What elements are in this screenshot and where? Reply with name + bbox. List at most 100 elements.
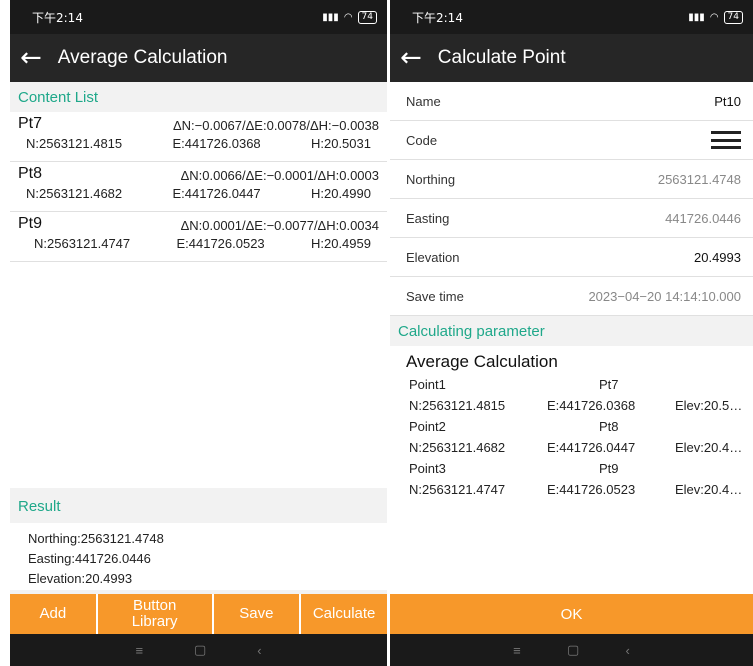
name-field: Name Pt10 [390, 82, 753, 121]
param-northing: N:2563121.4747 [409, 482, 506, 497]
code-list-icon[interactable] [711, 131, 741, 149]
point-name: Pt7 [18, 115, 43, 132]
result-northing: Northing:2563121.4748 [28, 531, 164, 546]
param-easting: E:441726.0368 [547, 398, 636, 413]
list-item-pt9[interactable]: Pt9 ΔN:0.0001/ΔE:−0.0077/ΔH:0.0034 N:256… [10, 212, 387, 262]
home-icon[interactable]: ▢ [567, 642, 579, 658]
wifi-icon: ◠ [709, 11, 719, 23]
northing-field: Northing 2563121.4748 [390, 160, 753, 199]
list-item-pt7[interactable]: Pt7 ΔN:−0.0067/ΔE:0.0078/ΔH:−0.0038 N:25… [10, 112, 387, 162]
button-library-button[interactable]: Button Library [97, 594, 212, 634]
battery-icon: 74 [723, 10, 743, 24]
param-northing: N:2563121.4815 [409, 398, 506, 413]
param-easting: E:441726.0523 [547, 482, 636, 497]
result-easting: Easting:441726.0446 [28, 551, 151, 566]
page-title: Calculate Point [437, 47, 566, 68]
param-coords-row: N:2563121.4815 E:441726.0368 Elev:20.5… [406, 395, 753, 416]
point-name: Pt9 [18, 215, 43, 232]
status-bar: 下午2:14 ▮▮▮ ◠ 74 [10, 0, 387, 34]
northing-value: 2563121.4748 [657, 171, 741, 187]
save-button[interactable]: Save [213, 594, 300, 634]
status-icons: ▮▮▮ ◠ 74 [688, 10, 743, 24]
northing-label: Northing [406, 171, 456, 187]
param-elevation: Elev:20.4… [675, 482, 743, 497]
save-time-label: Save time [406, 288, 464, 304]
param-point-name: Pt7 [599, 377, 619, 392]
result-panel: Northing:2563121.4748 Easting:441726.044… [10, 523, 387, 590]
app-bar: ← Calculate Point [390, 34, 753, 82]
name-value: Pt10 [714, 93, 741, 109]
battery-icon: 74 [357, 10, 377, 24]
elevation-label: Elevation [406, 249, 460, 265]
param-point-name: Pt8 [599, 419, 619, 434]
app-bar: ← Average Calculation [10, 34, 387, 82]
param-point-row: Point3 Pt9 [406, 458, 753, 479]
param-point-name: Pt9 [599, 461, 619, 476]
parameter-panel: Average Calculation Point1 Pt7 N:2563121… [390, 346, 753, 594]
parameter-method-title: Average Calculation [406, 352, 558, 371]
point-height: H:20.5031 [310, 136, 371, 151]
easting-label: Easting [406, 210, 450, 226]
calculating-parameter-title: Calculating parameter [390, 316, 753, 346]
param-point-label: Point2 [409, 419, 446, 434]
status-icons: ▮▮▮ ◠ 74 [322, 10, 377, 24]
status-bar: 下午2:14 ▮▮▮ ◠ 74 [390, 0, 753, 34]
status-time: 下午2:14 [412, 10, 463, 25]
point-easting: E:441726.0447 [172, 186, 261, 201]
menu-icon[interactable]: ≡ [135, 643, 143, 658]
code-label: Code [406, 132, 438, 148]
point-delta: ΔN:0.0001/ΔE:−0.0077/ΔH:0.0034 [180, 218, 379, 233]
status-time: 下午2:14 [32, 10, 83, 25]
back-arrow-icon[interactable]: ← [400, 45, 422, 71]
point-easting: E:441726.0523 [176, 236, 265, 251]
param-elevation: Elev:20.5… [675, 398, 743, 413]
content-list-title: Content List [10, 82, 387, 112]
back-arrow-icon[interactable]: ← [20, 45, 42, 71]
param-point-label: Point1 [409, 377, 446, 392]
system-nav-bar: ≡ ▢ ‹ [390, 634, 753, 666]
point-delta: ΔN:−0.0067/ΔE:0.0078/ΔH:−0.0038 [172, 118, 379, 133]
back-icon[interactable]: ‹ [626, 643, 630, 658]
ok-button[interactable]: OK [390, 594, 753, 634]
signal-icon: ▮▮▮ [322, 11, 339, 23]
param-point-row: Point1 Pt7 [406, 374, 753, 395]
point-delta: ΔN:0.0066/ΔE:−0.0001/ΔH:0.0003 [180, 168, 379, 183]
result-elevation: Elevation:20.4993 [28, 571, 133, 586]
param-northing: N:2563121.4682 [409, 440, 506, 455]
param-coords-row: N:2563121.4747 E:441726.0523 Elev:20.4… [406, 479, 753, 500]
bottom-button-bar: Add Button Library Save Calculate [10, 594, 387, 634]
point-height: H:20.4959 [310, 236, 371, 251]
content-list: Pt7 ΔN:−0.0067/ΔE:0.0078/ΔH:−0.0038 N:25… [10, 112, 387, 488]
save-time-value: 2023−04−20 14:14:10.000 [588, 288, 741, 304]
page-title: Average Calculation [57, 47, 228, 68]
code-field: Code [390, 121, 753, 160]
param-point-label: Point3 [409, 461, 446, 476]
save-time-field: Save time 2023−04−20 14:14:10.000 [390, 277, 753, 316]
elevation-field: Elevation 20.4993 [390, 238, 753, 277]
wifi-icon: ◠ [343, 11, 353, 23]
menu-icon[interactable]: ≡ [513, 643, 521, 658]
signal-icon: ▮▮▮ [688, 11, 705, 23]
param-coords-row: N:2563121.4682 E:441726.0447 Elev:20.4… [406, 437, 753, 458]
home-icon[interactable]: ▢ [194, 642, 206, 658]
point-northing: N:2563121.4815 [26, 136, 123, 151]
name-label: Name [406, 93, 441, 109]
param-easting: E:441726.0447 [547, 440, 636, 455]
calculate-point-screen: 下午2:14 ▮▮▮ ◠ 74 ← Calculate Point Name P… [390, 0, 753, 666]
point-easting: E:441726.0368 [172, 136, 261, 151]
back-icon[interactable]: ‹ [257, 643, 261, 658]
elevation-value: 20.4993 [694, 249, 741, 265]
point-height: H:20.4990 [310, 186, 371, 201]
list-item-pt8[interactable]: Pt8 ΔN:0.0066/ΔE:−0.0001/ΔH:0.0003 N:256… [10, 162, 387, 212]
param-point-row: Point2 Pt8 [406, 416, 753, 437]
easting-value: 441726.0446 [665, 210, 741, 226]
screenshot-stage: 下午2:14 ▮▮▮ ◠ 74 ← Average Calculation Co… [0, 0, 753, 666]
calculate-button[interactable]: Calculate [301, 594, 387, 634]
point-northing: N:2563121.4682 [26, 186, 123, 201]
easting-field: Easting 441726.0446 [390, 199, 753, 238]
result-title: Result [10, 488, 387, 523]
param-elevation: Elev:20.4… [675, 440, 743, 455]
average-calculation-screen: 下午2:14 ▮▮▮ ◠ 74 ← Average Calculation Co… [10, 0, 387, 666]
point-northing: N:2563121.4747 [34, 236, 131, 251]
add-button[interactable]: Add [10, 594, 96, 634]
